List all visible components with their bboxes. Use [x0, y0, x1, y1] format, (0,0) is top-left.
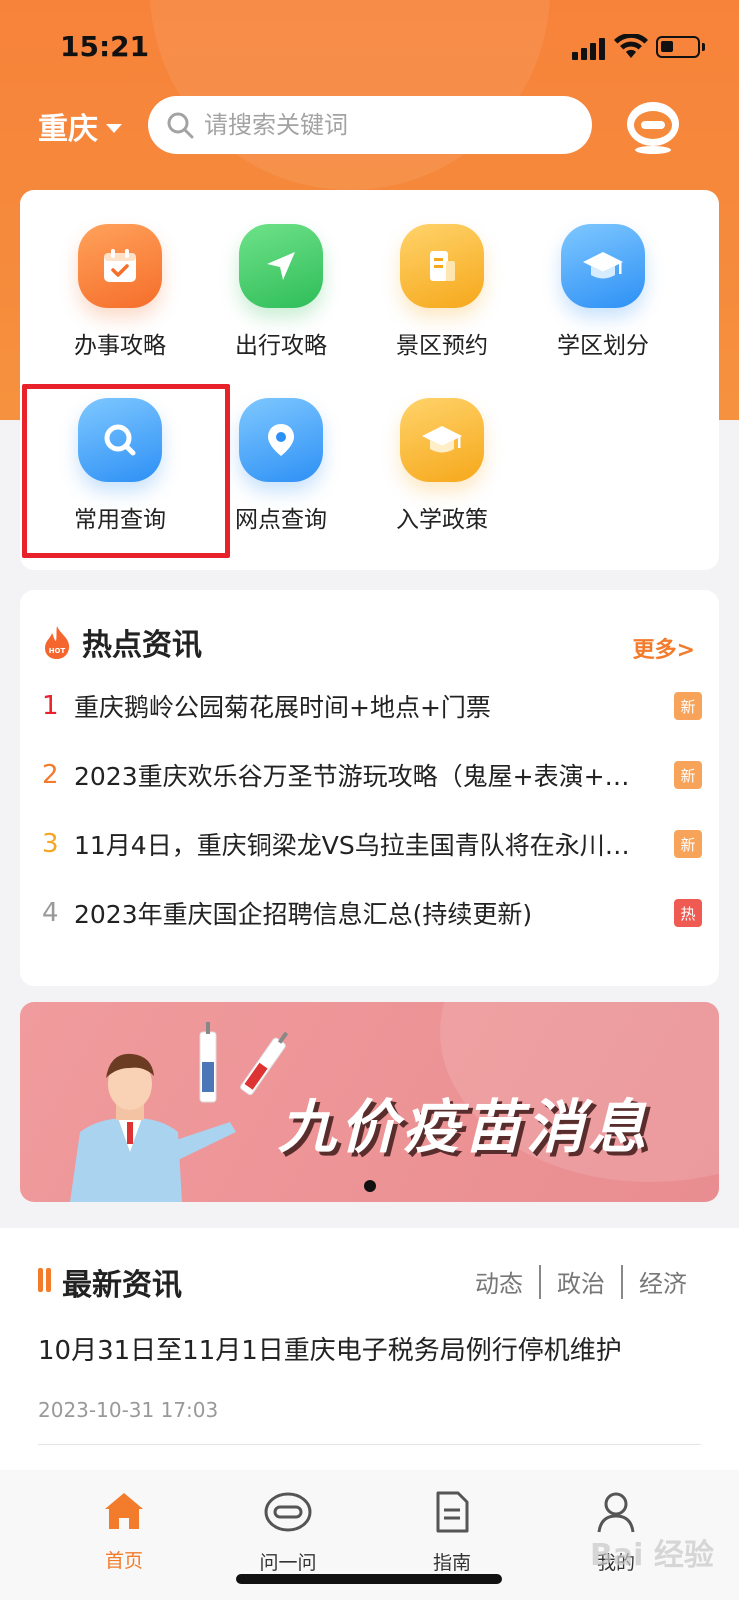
- menu-item-outlet-query[interactable]: 网点查询: [211, 398, 351, 558]
- hot-badge: 热: [674, 899, 702, 927]
- tab-ask[interactable]: 问一问: [228, 1490, 348, 1575]
- tab-label: 问一问: [259, 1552, 317, 1574]
- menu-item-scenic-booking[interactable]: 景区预约: [372, 224, 512, 384]
- tab-politics[interactable]: 政治: [541, 1264, 621, 1299]
- highlight-annotation-box: [22, 384, 230, 558]
- latest-news-headline[interactable]: 10月31日至11月1日重庆电子税务局例行停机维护: [38, 1330, 622, 1367]
- news-title: 2023重庆欢乐谷万圣节游玩攻略（鬼屋+表演+门票）: [74, 762, 654, 791]
- section-accent-bar: [38, 1268, 43, 1292]
- menu-item-label: 景区预约: [396, 333, 488, 359]
- robot-assistant-icon[interactable]: [622, 94, 684, 156]
- vaccine-banner[interactable]: 九价疫苗消息: [20, 1002, 719, 1202]
- news-title: 重庆鹅岭公园菊花展时间+地点+门票: [74, 693, 491, 722]
- hot-news-title: 热点资讯: [82, 628, 202, 663]
- calendar-check-icon: [78, 224, 162, 308]
- hot-news-card: HOT 热点资讯 更多> 1 重庆鹅岭公园菊花展时间+地点+门票 新 2 202…: [20, 590, 719, 986]
- cellular-signal-icon: [572, 38, 606, 60]
- tab-home[interactable]: 首页: [64, 1490, 184, 1573]
- hot-news-item[interactable]: 3 11月4日，重庆铜梁龙VS乌拉圭国青队将在永川开赛 新: [42, 824, 702, 864]
- tab-economy[interactable]: 经济: [623, 1264, 703, 1299]
- new-badge: 新: [674, 830, 702, 858]
- city-label: 重庆: [38, 112, 98, 147]
- latest-news-section: 最新资讯 动态 政治 经济 10月31日至11月1日重庆电子税务局例行停机维护 …: [0, 1228, 739, 1470]
- hot-news-item[interactable]: 1 重庆鹅岭公园菊花展时间+地点+门票 新: [42, 686, 702, 726]
- graduation-cap-icon: [561, 224, 645, 308]
- navigation-arrow-icon: [239, 224, 323, 308]
- tab-dynamics[interactable]: 动态: [459, 1264, 539, 1299]
- latest-news-tabs: 动态 政治 经济: [459, 1264, 703, 1299]
- menu-item-label: 学区划分: [557, 333, 649, 359]
- search-icon: [167, 112, 194, 139]
- tab-guide[interactable]: 指南: [392, 1490, 512, 1575]
- carousel-indicator[interactable]: [364, 1180, 376, 1192]
- hot-news-header: HOT 热点资讯: [42, 620, 202, 664]
- section-accent-bar: [46, 1268, 51, 1292]
- hot-news-item[interactable]: 4 2023年重庆国企招聘信息汇总(持续更新) 热: [42, 893, 702, 933]
- menu-item-label: 出行攻略: [235, 333, 327, 359]
- search-bar[interactable]: [148, 96, 592, 154]
- robot-icon: [264, 1492, 312, 1532]
- news-rank: 3: [42, 829, 59, 859]
- document-icon: [436, 1491, 469, 1533]
- home-icon: [105, 1493, 143, 1529]
- search-input[interactable]: [204, 111, 564, 139]
- wifi-icon: [614, 34, 648, 58]
- svg-text:HOT: HOT: [49, 647, 66, 655]
- more-link[interactable]: 更多>: [633, 632, 695, 664]
- news-rank: 4: [42, 898, 59, 928]
- new-badge: 新: [674, 761, 702, 789]
- menu-item-label: 网点查询: [235, 507, 327, 533]
- news-rank: 2: [42, 760, 59, 790]
- menu-item-school-district[interactable]: 学区划分: [533, 224, 673, 384]
- tab-label: 指南: [432, 1552, 471, 1574]
- latest-news-date: 2023-10-31 17:03: [38, 1398, 219, 1422]
- tab-label: 首页: [104, 1550, 143, 1572]
- news-title: 11月4日，重庆铜梁龙VS乌拉圭国青队将在永川开赛: [74, 831, 654, 860]
- hot-news-item[interactable]: 2 2023重庆欢乐谷万圣节游玩攻略（鬼屋+表演+门票） 新: [42, 755, 702, 795]
- banner-title: 九价疫苗消息: [278, 1093, 651, 1161]
- menu-item-guide[interactable]: 办事攻略: [50, 224, 190, 384]
- menu-item-label: 办事攻略: [74, 333, 166, 359]
- menu-item-label: 入学政策: [396, 507, 488, 533]
- menu-item-admission-policy[interactable]: 入学政策: [372, 398, 512, 558]
- menu-item-travel[interactable]: 出行攻略: [211, 224, 351, 384]
- latest-news-title: 最新资讯: [62, 1268, 182, 1303]
- battery-icon: [656, 36, 705, 58]
- divider: [38, 1444, 701, 1445]
- watermark: Bai 经验: [590, 1538, 714, 1573]
- home-indicator[interactable]: [236, 1574, 502, 1584]
- fire-hot-icon: HOT: [45, 626, 70, 659]
- decorative-circle: [150, 0, 550, 190]
- news-rank: 1: [42, 691, 59, 721]
- location-pin-icon: [239, 398, 323, 482]
- news-title: 2023年重庆国企招聘信息汇总(持续更新): [74, 900, 533, 929]
- status-time: 15:21: [60, 30, 150, 63]
- graduation-cap-icon: [400, 398, 484, 482]
- user-icon: [597, 1492, 635, 1533]
- doctor-illustration: [70, 1022, 289, 1202]
- caret-down-icon: [106, 123, 122, 133]
- new-badge: 新: [674, 692, 702, 720]
- city-selector[interactable]: 重庆: [38, 104, 122, 148]
- building-document-icon: [400, 224, 484, 308]
